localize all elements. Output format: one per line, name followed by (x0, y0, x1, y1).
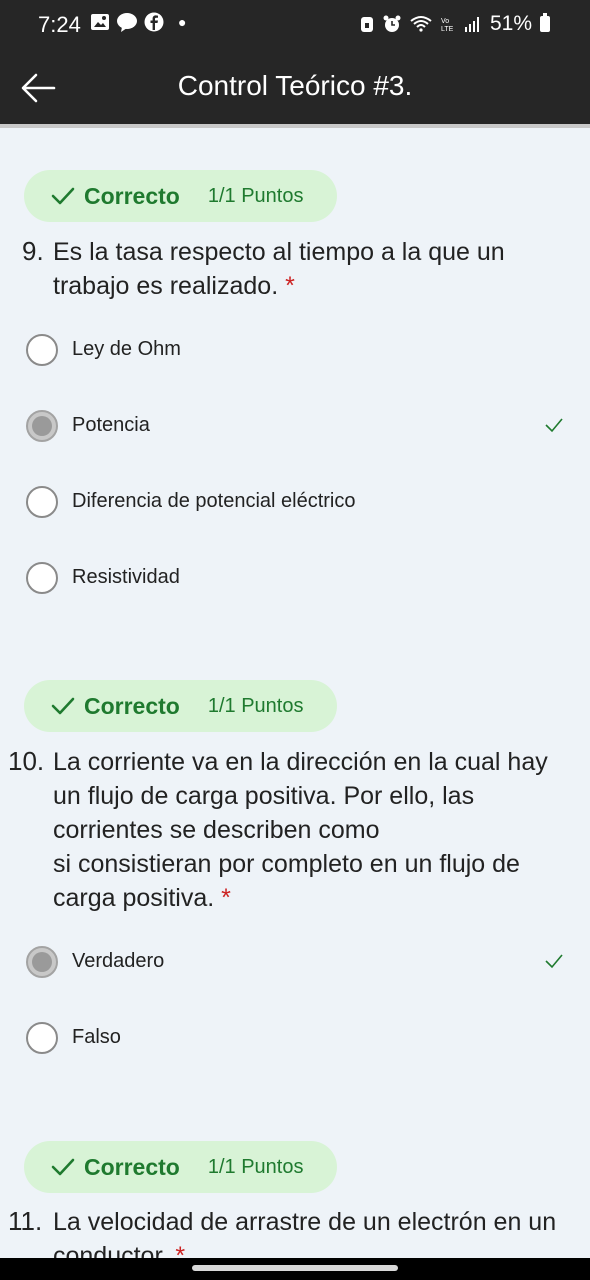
question-number: 9. (22, 236, 44, 266)
question-text: Es la tasa respecto al tiempo a la que u… (53, 235, 578, 303)
required-marker: * (175, 1242, 186, 1258)
question-text: La velocidad de arrastre de un electrón … (53, 1205, 578, 1258)
radio-button[interactable] (26, 334, 58, 366)
option-falso[interactable]: Falso (24, 1012, 564, 1064)
option-label: Falso (72, 1026, 121, 1048)
wifi-icon (410, 16, 432, 32)
radio-button-selected[interactable] (26, 946, 58, 978)
correct-check-icon (545, 418, 563, 433)
result-points: 1/1 Puntos (207, 184, 304, 207)
system-icons: Vo LTE 51% (360, 12, 550, 36)
result-badge: Correcto 1/1 Puntos (24, 680, 337, 732)
result-badge: Correcto 1/1 Puntos (24, 1141, 337, 1193)
home-gesture-handle[interactable] (192, 1265, 398, 1271)
question-text-line: carga positiva. (53, 884, 215, 912)
signal-icon (464, 17, 479, 32)
option-verdadero[interactable]: Verdadero (24, 936, 564, 988)
option-label: Verdadero (72, 950, 165, 972)
radio-button-selected[interactable] (26, 410, 58, 442)
alarm-icon (383, 15, 401, 32)
question-text-line-last: carga positiva. * (53, 881, 578, 915)
check-icon (51, 187, 75, 205)
result-badge: Correcto 1/1 Puntos (24, 170, 337, 222)
check-icon (51, 1158, 75, 1176)
option-ley-de-ohm[interactable]: Ley de Ohm (24, 324, 564, 376)
svg-text:LTE: LTE (441, 26, 454, 33)
result-status: Correcto (84, 182, 180, 209)
more-notifications-dot: ● (178, 14, 187, 30)
app-bar: Control Teórico #3. (0, 52, 590, 124)
required-marker: * (285, 272, 295, 300)
question-text-body: Es la tasa respecto al tiempo a la que u… (53, 238, 505, 300)
question-number: 11. (8, 1206, 43, 1236)
lock-icon (360, 17, 373, 32)
volte-icon: VoLTE (441, 18, 454, 33)
radio-button[interactable] (26, 486, 58, 518)
result-points: 1/1 Puntos (207, 694, 304, 717)
chat-icon (117, 13, 137, 32)
battery-icon (540, 13, 550, 32)
facebook-icon (144, 12, 164, 32)
result-status: Correcto (84, 692, 180, 719)
question-text: La corriente va en la dirección en la cu… (53, 745, 578, 915)
question-text-line: si consistieran por completo en un flujo… (53, 850, 520, 878)
question-text-line: La corriente va en la dirección en la cu… (53, 748, 548, 776)
option-label: Resistividad (72, 566, 180, 588)
svg-text:Vo: Vo (441, 18, 449, 25)
question-text-line: un flujo de carga positiva. Por ello, la… (53, 782, 475, 810)
notification-icons: ● (90, 12, 186, 32)
option-label: Ley de Ohm (72, 338, 181, 360)
radio-button[interactable] (26, 1022, 58, 1054)
status-bar: 7:24 ● Vo LTE 51% (0, 0, 590, 52)
navigation-bar (0, 1258, 590, 1280)
quiz-results[interactable]: Correcto 1/1 Puntos 9. Es la tasa respec… (0, 128, 590, 1258)
option-label: Potencia (72, 414, 150, 436)
page-title: Control Teórico #3. (177, 70, 413, 101)
result-points: 1/1 Puntos (207, 1155, 304, 1178)
required-marker: * (221, 884, 231, 912)
status-time: 7:24 (38, 12, 81, 37)
question-text-line: corrientes se describen como (53, 816, 380, 844)
option-resistividad[interactable]: Resistividad (24, 552, 564, 604)
result-status: Correcto (84, 1153, 180, 1180)
radio-button[interactable] (26, 562, 58, 594)
correct-check-icon (545, 954, 563, 969)
option-diferencia-de-potencial[interactable]: Diferencia de potencial eléctrico (24, 476, 564, 528)
option-potencia[interactable]: Potencia (24, 400, 564, 452)
battery-percentage: 51% (489, 12, 532, 35)
question-text-body: La velocidad de arrastre de un electrón … (53, 1208, 557, 1258)
image-icon (91, 14, 109, 30)
check-icon (51, 697, 75, 715)
option-label: Diferencia de potencial eléctrico (72, 490, 356, 512)
question-number: 10. (8, 746, 45, 776)
